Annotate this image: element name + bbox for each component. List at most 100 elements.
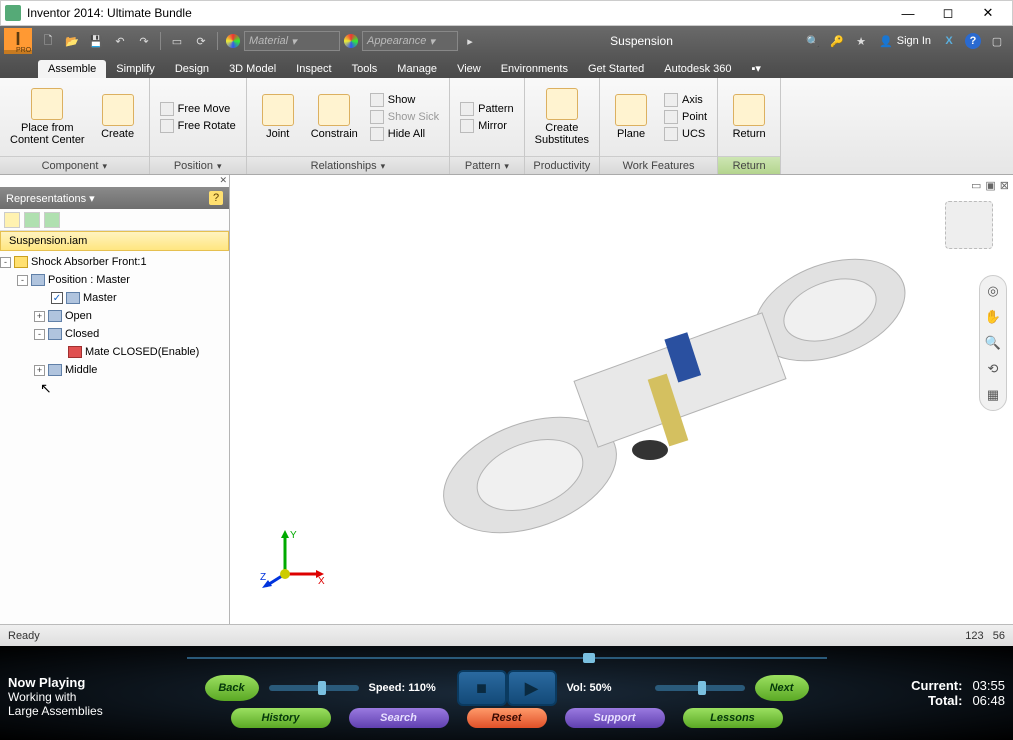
tree-node[interactable]: -Shock Absorber Front:1 bbox=[0, 253, 229, 271]
ribbon-group-work-features: PlaneAxisPointUCSWork Features bbox=[600, 78, 718, 174]
tab-get-started[interactable]: Get Started bbox=[578, 60, 654, 78]
free-rotate-button[interactable]: Free Rotate bbox=[156, 118, 240, 134]
viewport-minimize-icon[interactable]: ▭ bbox=[971, 179, 981, 192]
return-button[interactable]: Return bbox=[724, 92, 774, 142]
more-icon[interactable]: ▸ bbox=[460, 31, 480, 51]
window-close-button[interactable]: ✕ bbox=[968, 1, 1008, 25]
exchange-icon[interactable]: X bbox=[939, 31, 959, 51]
create-button[interactable]: Create bbox=[93, 92, 143, 142]
ribbon-group-productivity: CreateSubstitutesProductivity bbox=[525, 78, 600, 174]
collapse-icon[interactable]: - bbox=[0, 257, 11, 268]
next-button[interactable]: Next bbox=[755, 675, 809, 701]
checkbox-icon[interactable]: ✓ bbox=[51, 292, 63, 304]
expand-icon[interactable]: + bbox=[34, 311, 45, 322]
tab-design[interactable]: Design bbox=[165, 60, 219, 78]
save-icon[interactable]: 💾 bbox=[86, 31, 106, 51]
tree-node[interactable]: -Position : Master bbox=[0, 271, 229, 289]
progress-scrubber[interactable] bbox=[187, 654, 827, 662]
window-minimize-button[interactable]: — bbox=[888, 1, 928, 25]
group-label-pattern[interactable]: Pattern bbox=[450, 156, 523, 174]
redo-icon[interactable]: ↷ bbox=[134, 31, 154, 51]
tab-tools[interactable]: Tools bbox=[342, 60, 388, 78]
sign-in-button[interactable]: 👤 Sign In bbox=[873, 35, 937, 48]
collapse-icon[interactable]: - bbox=[17, 275, 28, 286]
ucs-button[interactable]: UCS bbox=[660, 126, 711, 142]
lessons-button[interactable]: Lessons bbox=[683, 708, 783, 728]
plane-button[interactable]: Plane bbox=[606, 92, 656, 142]
search-icon[interactable]: 🔍 bbox=[803, 31, 823, 51]
tab-3d-model[interactable]: 3D Model bbox=[219, 60, 286, 78]
orbit-icon[interactable]: ⟲ bbox=[984, 360, 1002, 378]
axis-button[interactable]: Axis bbox=[660, 92, 711, 108]
panel-help-icon[interactable]: ? bbox=[209, 191, 223, 205]
progress-thumb[interactable] bbox=[583, 653, 595, 663]
window-maximize-button[interactable]: ◻ bbox=[928, 1, 968, 25]
lookat-icon[interactable]: ▦ bbox=[984, 386, 1002, 404]
search-button[interactable]: Search bbox=[349, 708, 449, 728]
tab-view[interactable]: View bbox=[447, 60, 491, 78]
mirror-button[interactable]: Mirror bbox=[456, 118, 517, 134]
volume-slider[interactable] bbox=[655, 685, 745, 691]
browser-tool-2[interactable] bbox=[24, 212, 40, 228]
hide-all-button[interactable]: Hide All bbox=[366, 126, 443, 142]
open-icon[interactable]: 📂 bbox=[62, 31, 82, 51]
collapse-ribbon-icon[interactable]: ▢ bbox=[987, 31, 1007, 51]
tutorial-player: Now Playing Working with Large Assemblie… bbox=[0, 646, 1013, 740]
keyword-icon[interactable]: 🔑 bbox=[827, 31, 847, 51]
new-icon[interactable]: 🗋 bbox=[38, 31, 58, 51]
collapse-icon[interactable]: - bbox=[34, 329, 45, 340]
representations-panel-header[interactable]: Representations ▾ ? bbox=[0, 187, 229, 209]
graphics-canvas[interactable]: ▭ ▣ ⊠ ◎ ✋ 🔍 ⟲ ▦ bbox=[230, 175, 1013, 624]
help-icon[interactable]: ? bbox=[965, 33, 981, 49]
speed-slider[interactable] bbox=[269, 685, 359, 691]
show-button[interactable]: Show bbox=[366, 92, 443, 108]
tab-inspect[interactable]: Inspect bbox=[286, 60, 341, 78]
viewport-maximize-icon[interactable]: ▣ bbox=[985, 179, 995, 192]
tree-node[interactable]: +Middle bbox=[0, 361, 229, 379]
pan-icon[interactable]: ✋ bbox=[984, 308, 1002, 326]
history-button[interactable]: History bbox=[231, 708, 331, 728]
group-label-position[interactable]: Position bbox=[150, 156, 246, 174]
appearance-dropdown[interactable]: Appearance ▾ bbox=[362, 31, 458, 51]
browser-tool-1[interactable] bbox=[4, 212, 20, 228]
browser-root-node[interactable]: Suspension.iam bbox=[0, 231, 229, 251]
joint-button[interactable]: Joint bbox=[253, 92, 303, 142]
play-button[interactable]: ▶ bbox=[507, 670, 557, 706]
tab-overflow[interactable]: ▪▾ bbox=[742, 59, 771, 78]
tab-environments[interactable]: Environments bbox=[491, 60, 578, 78]
ribbon-group-return: ReturnReturn bbox=[718, 78, 781, 174]
command-icon bbox=[262, 94, 294, 126]
create-button[interactable]: CreateSubstitutes bbox=[531, 86, 593, 148]
select-icon[interactable]: ▭ bbox=[167, 31, 187, 51]
place-from-button[interactable]: Place fromContent Center bbox=[6, 86, 89, 148]
group-label-relationships[interactable]: Relationships bbox=[247, 156, 449, 174]
tree-node[interactable]: -Closed bbox=[0, 325, 229, 343]
tab-manage[interactable]: Manage bbox=[387, 60, 447, 78]
viewport-close-icon[interactable]: ⊠ bbox=[1000, 179, 1009, 192]
home-view-icon[interactable]: ◎ bbox=[984, 282, 1002, 300]
favorite-icon[interactable]: ★ bbox=[851, 31, 871, 51]
support-button[interactable]: Support bbox=[565, 708, 665, 728]
pattern-button[interactable]: Pattern bbox=[456, 101, 517, 117]
reset-button[interactable]: Reset bbox=[467, 708, 547, 728]
tab-assemble[interactable]: Assemble bbox=[38, 60, 106, 78]
browser-tool-3[interactable] bbox=[44, 212, 60, 228]
back-button[interactable]: Back bbox=[205, 675, 259, 701]
tab-autodesk-360[interactable]: Autodesk 360 bbox=[654, 60, 741, 78]
free-move-button[interactable]: Free Move bbox=[156, 101, 240, 117]
update-icon[interactable]: ⟳ bbox=[191, 31, 211, 51]
tree-node[interactable]: ✓Master bbox=[0, 289, 229, 307]
tree-node[interactable]: +Open bbox=[0, 307, 229, 325]
constrain-button[interactable]: Constrain bbox=[307, 92, 362, 142]
stop-button[interactable]: ■ bbox=[457, 670, 507, 706]
zoom-icon[interactable]: 🔍 bbox=[984, 334, 1002, 352]
point-button[interactable]: Point bbox=[660, 109, 711, 125]
view-cube[interactable] bbox=[945, 201, 993, 249]
expand-icon[interactable]: + bbox=[34, 365, 45, 376]
material-dropdown[interactable]: Material ▾ bbox=[244, 31, 340, 51]
panel-close-icon[interactable]: ✕ bbox=[219, 175, 227, 187]
tree-node[interactable]: Mate CLOSED(Enable) bbox=[0, 343, 229, 361]
group-label-component[interactable]: Component bbox=[0, 156, 149, 174]
undo-icon[interactable]: ↶ bbox=[110, 31, 130, 51]
tab-simplify[interactable]: Simplify bbox=[106, 60, 165, 78]
